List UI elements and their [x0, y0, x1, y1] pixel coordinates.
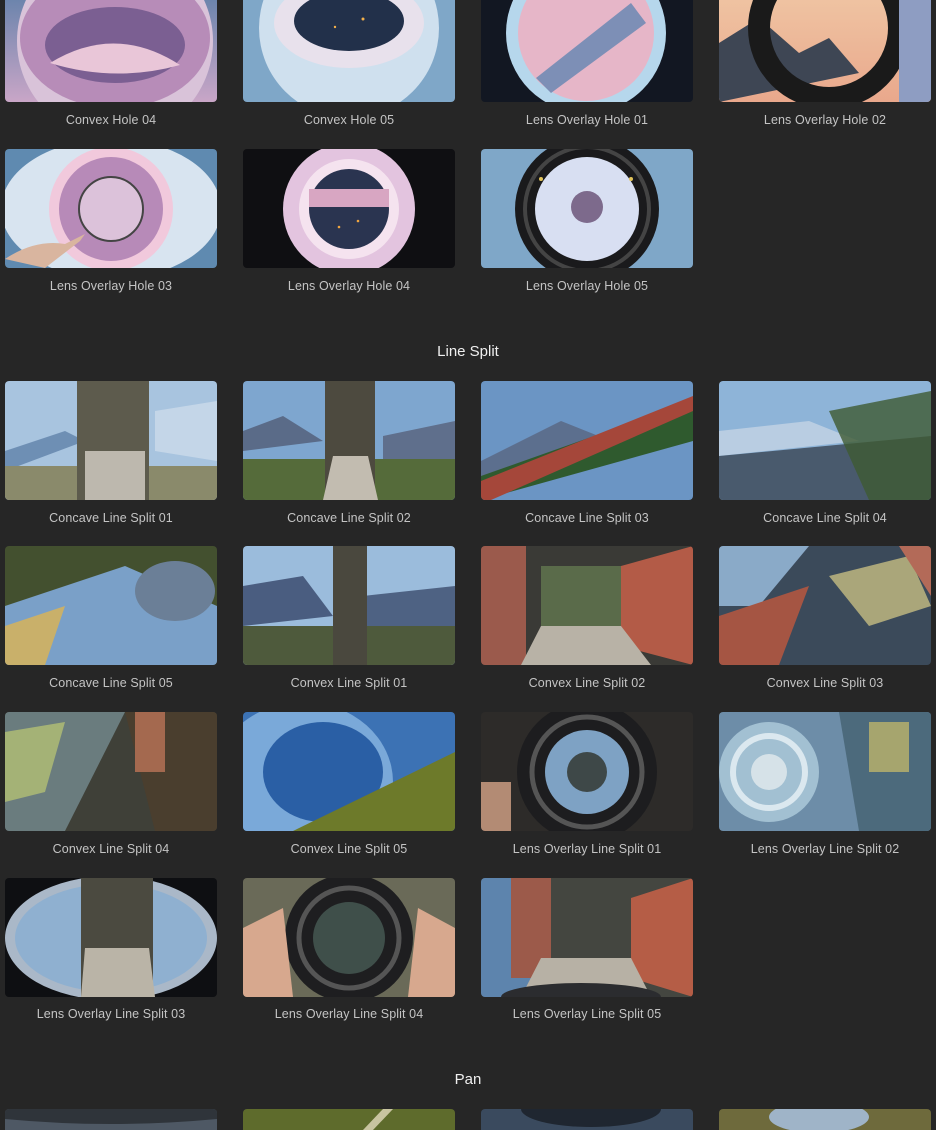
thumbnail-lens-overlay-hole-04[interactable] [243, 149, 455, 268]
thumbnail-image [719, 381, 931, 500]
thumbnail-convex-line-split-01[interactable] [243, 546, 455, 665]
thumbnail-convex-line-split-04[interactable] [5, 712, 217, 831]
label-lens-overlay-hole-04: Lens Overlay Hole 04 [287, 279, 411, 293]
label-convex-hole-05: Convex Hole 05 [303, 113, 395, 127]
thumbnail-concave-line-split-01[interactable] [5, 381, 217, 500]
thumbnail-image [243, 878, 455, 997]
thumbnail-lens-overlay-hole-03[interactable] [5, 149, 217, 268]
thumbnail-lens-overlay-line-split-01[interactable] [481, 712, 693, 831]
label-concave-line-split-04: Concave Line Split 04 [763, 511, 887, 525]
label-convex-line-split-04: Convex Line Split 04 [52, 842, 170, 856]
label-lens-overlay-hole-01: Lens Overlay Hole 01 [525, 113, 649, 127]
thumbnail-image [481, 712, 693, 831]
thumbnail-concave-line-split-05[interactable] [5, 546, 217, 665]
thumbnail-convex-hole-05[interactable] [243, 0, 455, 102]
thumbnail-lens-overlay-line-split-04[interactable] [243, 878, 455, 997]
thumbnail-lens-overlay-line-split-03[interactable] [5, 878, 217, 997]
thumbnail-concave-line-split-04[interactable] [719, 381, 931, 500]
thumbnail-image [5, 381, 217, 500]
thumbnail-pan-04[interactable] [719, 1109, 931, 1130]
thumbnail-image [481, 1109, 693, 1130]
thumbnail-concave-line-split-03[interactable] [481, 381, 693, 500]
thumbnail-lens-overlay-line-split-02[interactable] [719, 712, 931, 831]
thumbnail-image [5, 878, 217, 997]
thumbnail-convex-hole-04[interactable] [5, 0, 217, 102]
thumbnail-image [719, 0, 931, 102]
label-concave-line-split-01: Concave Line Split 01 [49, 511, 173, 525]
thumbnail-image [719, 1109, 931, 1130]
label-convex-line-split-01: Convex Line Split 01 [290, 676, 408, 690]
thumbnail-image [243, 1109, 455, 1130]
thumbnail-image [5, 1109, 217, 1130]
label-lens-overlay-hole-03: Lens Overlay Hole 03 [49, 279, 173, 293]
thumbnail-concave-line-split-02[interactable] [243, 381, 455, 500]
thumbnail-convex-line-split-05[interactable] [243, 712, 455, 831]
thumbnail-image [5, 0, 217, 102]
thumbnail-lens-overlay-line-split-05[interactable] [481, 878, 693, 997]
label-lens-overlay-line-split-01: Lens Overlay Line Split 01 [512, 842, 662, 856]
label-concave-line-split-03: Concave Line Split 03 [525, 511, 649, 525]
thumbnail-image [5, 546, 217, 665]
thumbnail-image [481, 546, 693, 665]
thumbnail-image [481, 878, 693, 997]
label-lens-overlay-hole-05: Lens Overlay Hole 05 [525, 279, 649, 293]
label-convex-line-split-02: Convex Line Split 02 [528, 676, 646, 690]
label-lens-overlay-line-split-03: Lens Overlay Line Split 03 [36, 1007, 186, 1021]
thumbnail-image [481, 149, 693, 268]
thumbnail-lens-overlay-hole-02[interactable] [719, 0, 931, 102]
label-convex-line-split-05: Convex Line Split 05 [290, 842, 408, 856]
thumbnail-image [243, 381, 455, 500]
thumbnail-image [5, 712, 217, 831]
thumbnail-image [243, 546, 455, 665]
thumbnail-image [5, 149, 217, 268]
thumbnail-image [243, 712, 455, 831]
label-lens-overlay-hole-02: Lens Overlay Hole 02 [763, 113, 887, 127]
thumbnail-pan-02[interactable] [243, 1109, 455, 1130]
section-title-pan: Pan [454, 1071, 482, 1088]
thumbnail-image [481, 0, 693, 102]
thumbnail-convex-line-split-02[interactable] [481, 546, 693, 665]
label-concave-line-split-05: Concave Line Split 05 [49, 676, 173, 690]
label-convex-hole-04: Convex Hole 04 [65, 113, 157, 127]
thumbnail-image [243, 0, 455, 102]
thumbnail-convex-line-split-03[interactable] [719, 546, 931, 665]
label-lens-overlay-line-split-02: Lens Overlay Line Split 02 [750, 842, 900, 856]
thumbnail-image [719, 546, 931, 665]
label-lens-overlay-line-split-04: Lens Overlay Line Split 04 [274, 1007, 424, 1021]
label-concave-line-split-02: Concave Line Split 02 [287, 511, 411, 525]
thumbnail-image [719, 712, 931, 831]
thumbnail-pan-03[interactable] [481, 1109, 693, 1130]
thumbnail-pan-01[interactable] [5, 1109, 217, 1130]
thumbnail-lens-overlay-hole-05[interactable] [481, 149, 693, 268]
label-lens-overlay-line-split-05: Lens Overlay Line Split 05 [512, 1007, 662, 1021]
thumbnail-image [481, 381, 693, 500]
thumbnail-image [243, 149, 455, 268]
thumbnail-lens-overlay-hole-01[interactable] [481, 0, 693, 102]
label-convex-line-split-03: Convex Line Split 03 [766, 676, 884, 690]
section-title-line-split: Line Split [437, 343, 499, 360]
